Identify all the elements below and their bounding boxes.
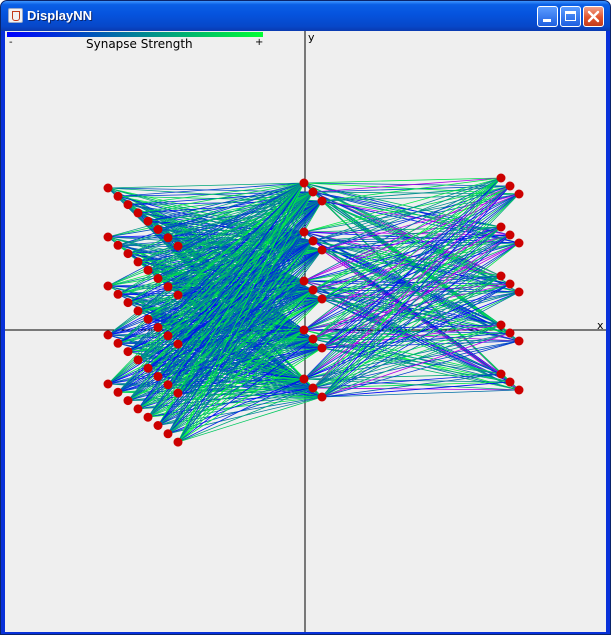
maximize-button[interactable] [560, 6, 581, 27]
input-neuron [173, 388, 183, 398]
input-neuron [143, 314, 153, 324]
legend-min-label: - [9, 37, 13, 48]
input-neuron [113, 191, 123, 201]
title-bar[interactable]: DisplayNN [1, 1, 610, 31]
hidden-neuron [308, 334, 318, 344]
app-window: DisplayNN - Synapse Strength + y x [0, 0, 611, 635]
output-neuron [514, 238, 524, 248]
input-neuron [173, 290, 183, 300]
output-neuron [496, 271, 506, 281]
output-neuron [514, 385, 524, 395]
input-neuron [173, 339, 183, 349]
input-neuron [163, 331, 173, 341]
hidden-neuron [308, 187, 318, 197]
output-neuron [505, 328, 515, 338]
input-neuron [163, 429, 173, 439]
output-neuron [514, 189, 524, 199]
input-neuron [113, 289, 123, 299]
input-neuron [173, 241, 183, 251]
input-neuron [153, 225, 163, 234]
hidden-neuron [308, 236, 318, 246]
input-neuron [123, 396, 133, 406]
input-neuron [123, 200, 133, 210]
input-neuron [143, 216, 153, 226]
input-neuron [113, 240, 123, 250]
input-neuron [143, 412, 153, 422]
input-neuron [163, 233, 173, 243]
hidden-neuron [299, 227, 309, 237]
minimize-icon [543, 19, 551, 22]
hidden-neuron [299, 276, 309, 286]
output-neuron [496, 173, 506, 183]
synapse-line [177, 396, 323, 443]
hidden-neuron [299, 374, 309, 384]
network-view: - Synapse Strength + y x [5, 31, 606, 632]
window-title: DisplayNN [27, 8, 93, 23]
hidden-neuron [317, 294, 327, 304]
hidden-neuron [317, 392, 327, 402]
input-neuron [103, 183, 113, 193]
input-neuron [103, 232, 113, 242]
hidden-neuron [317, 343, 327, 353]
input-neuron [173, 437, 183, 447]
legend-max-label: + [255, 37, 264, 48]
input-neuron [153, 274, 163, 283]
input-neuron [153, 323, 163, 332]
output-neuron [496, 222, 506, 232]
input-neuron [133, 355, 143, 365]
input-neuron [113, 338, 123, 348]
hidden-neuron [308, 383, 318, 393]
close-button[interactable] [583, 6, 604, 27]
synapse-group [107, 177, 520, 443]
minimize-button[interactable] [537, 6, 558, 27]
java-app-icon[interactable] [8, 8, 23, 23]
legend-title: Synapse Strength [86, 37, 193, 51]
input-neuron [133, 404, 143, 414]
input-neuron [123, 249, 133, 259]
output-neuron [514, 287, 524, 297]
input-neuron [143, 363, 153, 373]
input-neuron [123, 347, 133, 357]
input-neuron [133, 257, 143, 267]
input-neuron [123, 298, 133, 308]
hidden-neuron [299, 325, 309, 335]
input-neuron [133, 208, 143, 218]
input-neuron [163, 282, 173, 292]
input-neuron [113, 387, 123, 397]
close-icon [587, 10, 600, 23]
output-neuron [514, 336, 524, 346]
hidden-neuron [299, 178, 309, 188]
hidden-neuron [317, 245, 327, 255]
input-neuron [143, 265, 153, 275]
input-neuron [103, 330, 113, 340]
hidden-neuron [317, 196, 327, 206]
input-neuron [133, 306, 143, 316]
input-neuron [153, 421, 163, 430]
output-neuron [505, 181, 515, 191]
output-neuron [496, 320, 506, 330]
x-axis-label: x [597, 319, 604, 332]
maximize-icon [565, 11, 576, 21]
input-neuron [163, 380, 173, 390]
input-neuron [103, 281, 113, 291]
input-neuron [103, 379, 113, 389]
y-axis-label: y [308, 31, 315, 44]
output-neuron [505, 279, 515, 289]
hidden-neuron [308, 285, 318, 295]
output-neuron [505, 377, 515, 387]
output-neuron [496, 369, 506, 379]
output-neuron [505, 230, 515, 240]
network-canvas [5, 31, 606, 632]
input-neuron [153, 372, 163, 381]
